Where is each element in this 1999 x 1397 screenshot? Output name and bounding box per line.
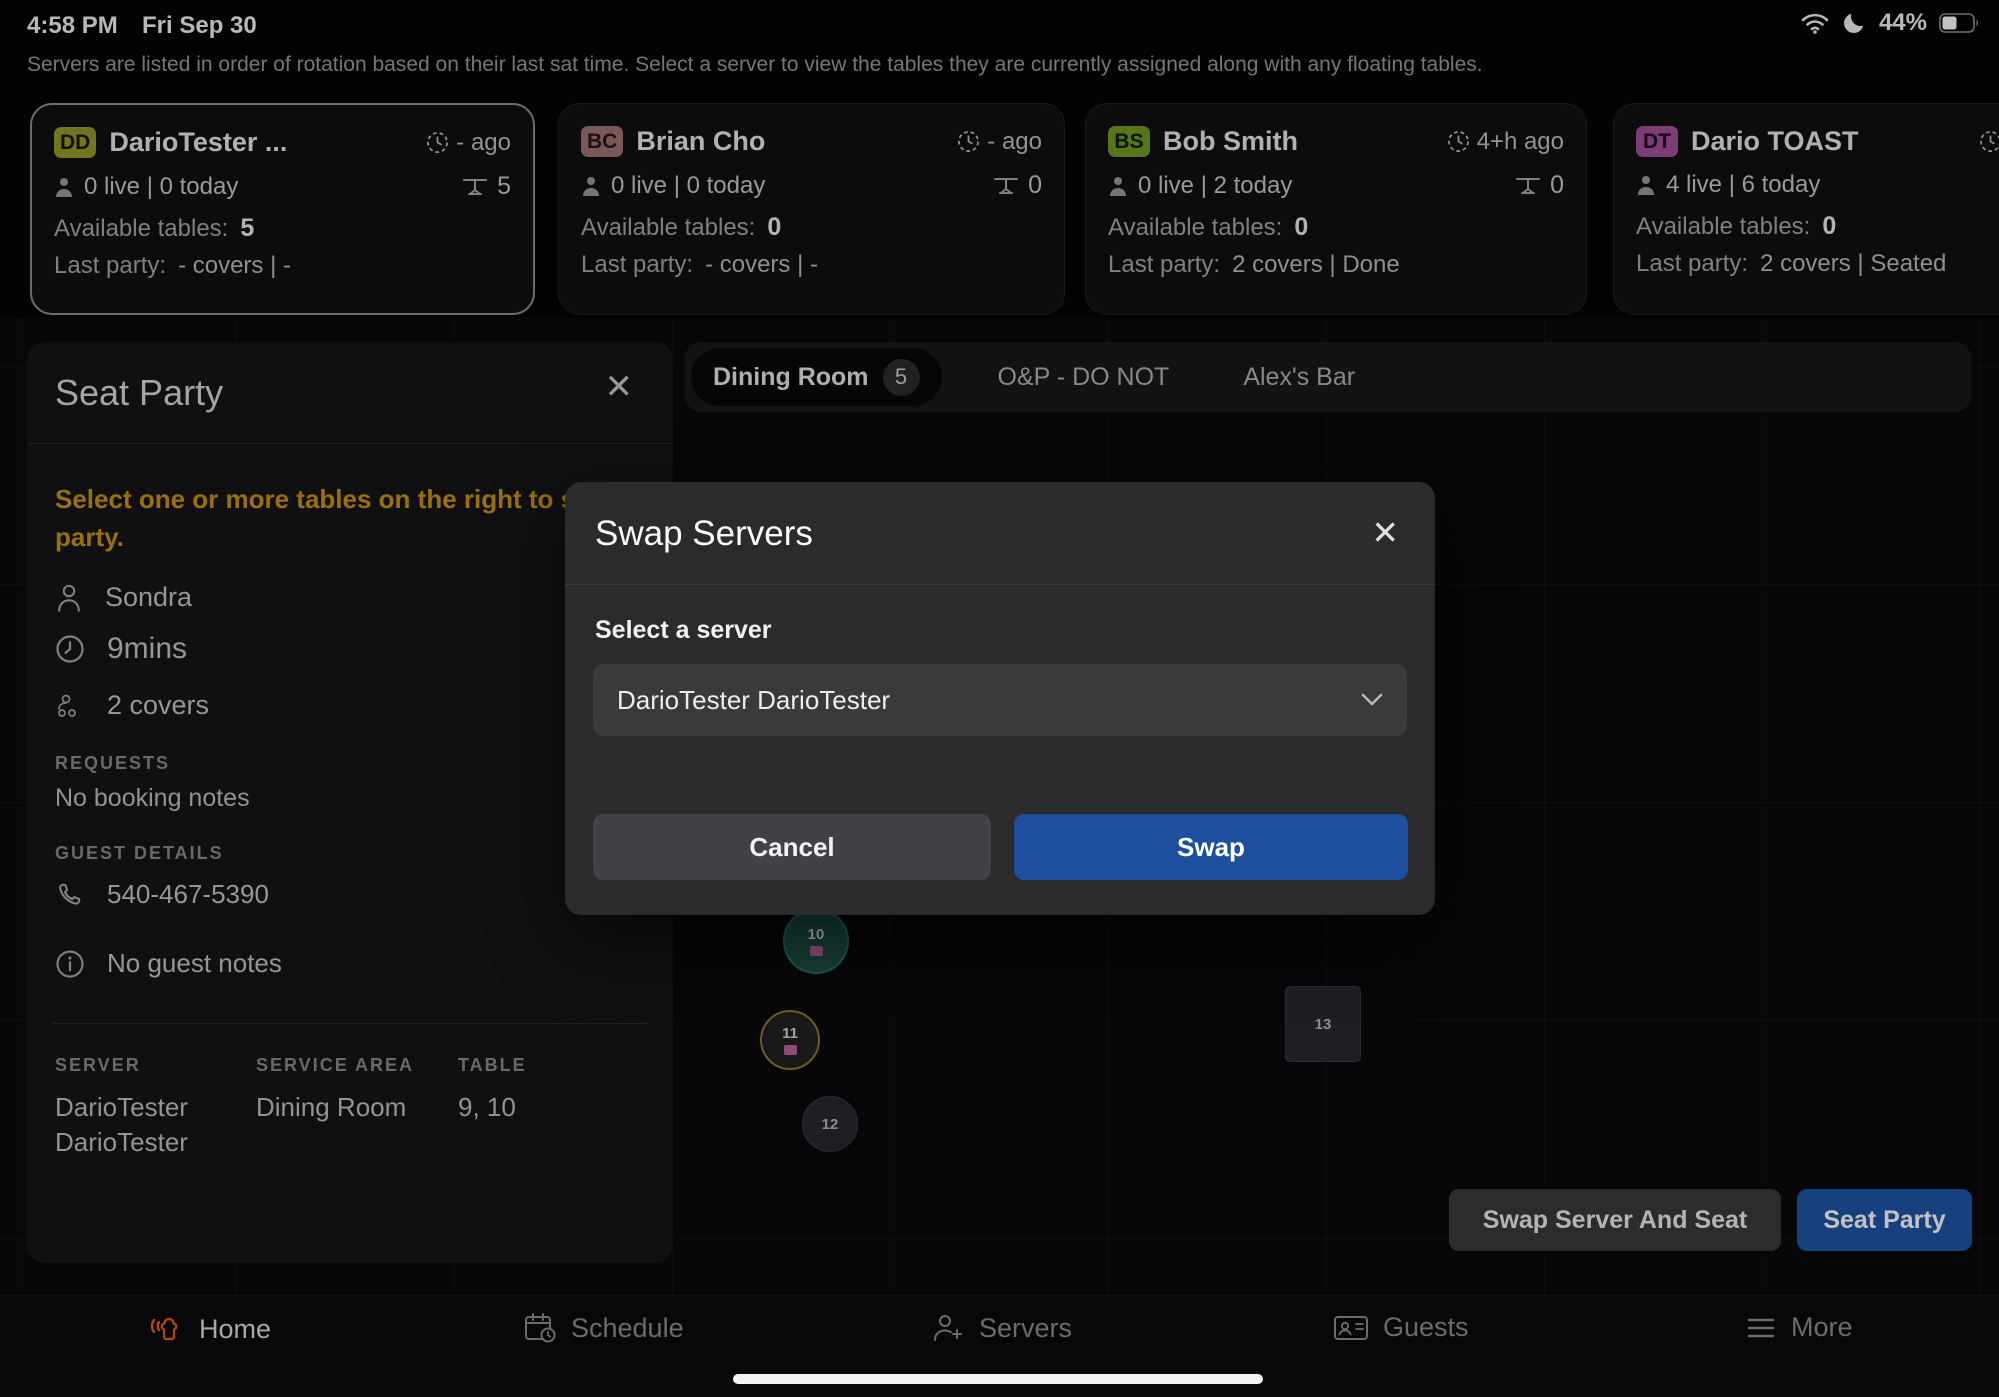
modal-title: Swap Servers bbox=[595, 514, 813, 554]
close-icon[interactable]: ✕ bbox=[1371, 516, 1399, 549]
swap-servers-modal: Swap Servers ✕ Select a server DarioTest… bbox=[565, 482, 1435, 915]
cancel-button[interactable]: Cancel bbox=[593, 814, 991, 880]
swap-button[interactable]: Swap bbox=[1014, 814, 1408, 880]
chevron-down-icon bbox=[1361, 693, 1383, 707]
modal-header: Swap Servers ✕ bbox=[565, 482, 1435, 585]
select-server-label: Select a server bbox=[595, 616, 772, 645]
server-select-dropdown[interactable]: DarioTester DarioTester bbox=[593, 664, 1407, 736]
home-indicator-handle[interactable] bbox=[733, 1374, 1263, 1384]
selected-server-value: DarioTester DarioTester bbox=[617, 685, 890, 716]
